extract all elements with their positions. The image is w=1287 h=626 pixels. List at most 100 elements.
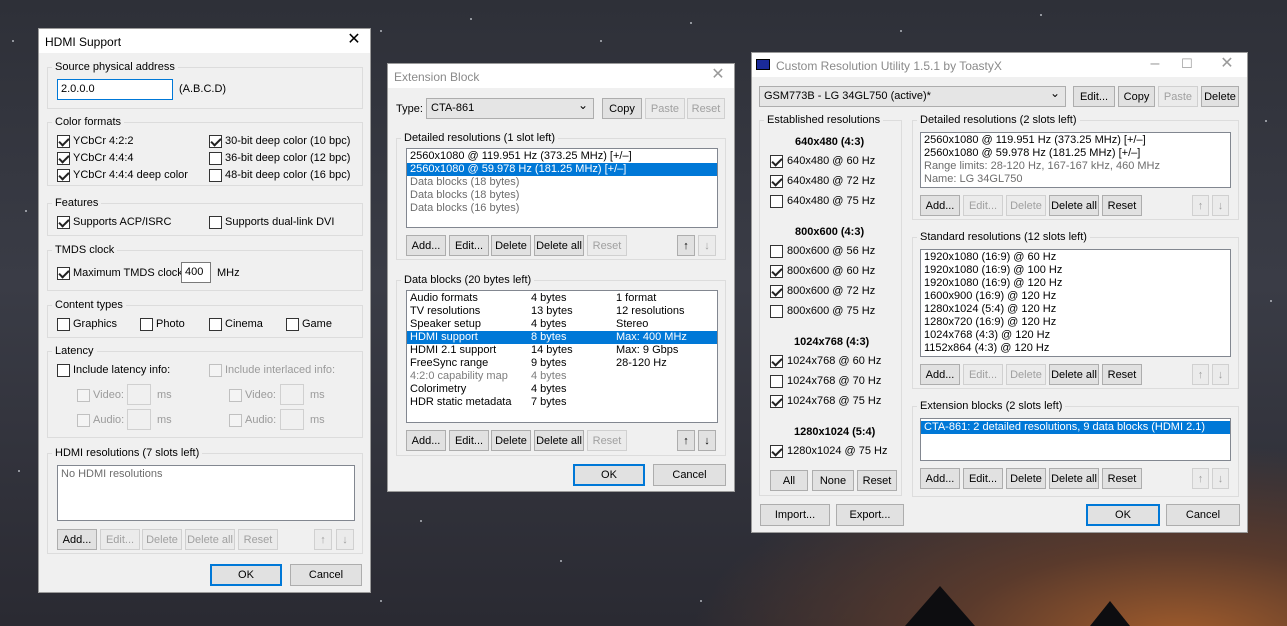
- reset-button[interactable]: Reset: [1102, 468, 1142, 489]
- include-latency-checkbox[interactable]: [57, 364, 70, 377]
- import-button[interactable]: Import...: [760, 504, 830, 526]
- list-item[interactable]: 2560x1080 @ 59.978 Hz (181.25 MHz) [+/–]: [407, 163, 717, 176]
- res-checkbox[interactable]: [770, 175, 783, 188]
- res-checkbox[interactable]: [770, 305, 783, 318]
- list-item[interactable]: FreeSync range 9 bytes 28-120 Hz: [407, 357, 717, 370]
- interlaced-video-checkbox[interactable]: [229, 389, 242, 402]
- move-down-button[interactable]: ↓: [698, 430, 716, 451]
- reset-established-button[interactable]: Reset: [857, 470, 897, 491]
- data-blocks-list[interactable]: Audio formats 4 bytes 1 format TV resolutio…: [406, 290, 718, 423]
- edit-button[interactable]: Edit...: [963, 468, 1003, 489]
- video-latency-input[interactable]: [127, 384, 151, 405]
- export-button[interactable]: Export...: [836, 504, 904, 526]
- res-checkbox[interactable]: [770, 355, 783, 368]
- cancel-button[interactable]: Cancel: [1166, 504, 1240, 526]
- close-icon[interactable]: ✕: [710, 67, 726, 83]
- photo-checkbox[interactable]: [140, 318, 153, 331]
- reset-button[interactable]: Reset: [1102, 195, 1142, 216]
- res-checkbox[interactable]: [770, 195, 783, 208]
- minimize-icon[interactable]: –: [1147, 56, 1163, 72]
- move-up-button[interactable]: ↑: [1192, 195, 1209, 216]
- delete-all-button[interactable]: Delete all: [1049, 364, 1099, 385]
- add-button[interactable]: Add...: [406, 235, 446, 256]
- res-checkbox[interactable]: [770, 155, 783, 168]
- reset-button[interactable]: Reset: [587, 430, 627, 451]
- delete-button[interactable]: Delete: [1006, 195, 1046, 216]
- cru-detailed-list[interactable]: 2560x1080 @ 119.951 Hz (373.25 MHz) [+/–…: [920, 132, 1231, 188]
- type-dropdown[interactable]: CTA-861: [426, 96, 594, 119]
- add-button[interactable]: Add...: [406, 430, 446, 451]
- game-checkbox[interactable]: [286, 318, 299, 331]
- list-item[interactable]: 1600x900 (16:9) @ 120 Hz: [921, 290, 1230, 303]
- list-item[interactable]: Data blocks (18 bytes): [407, 189, 717, 202]
- add-button[interactable]: Add...: [57, 529, 97, 550]
- select-all-button[interactable]: All: [770, 470, 808, 491]
- select-none-button[interactable]: None: [812, 470, 854, 491]
- deep30-checkbox[interactable]: [209, 135, 222, 148]
- move-up-button[interactable]: ↑: [677, 235, 695, 256]
- move-up-button[interactable]: ↑: [677, 430, 695, 451]
- move-down-button[interactable]: ↓: [698, 235, 716, 256]
- ycbcr444-checkbox[interactable]: [57, 152, 70, 165]
- move-down-button[interactable]: ↓: [1212, 468, 1229, 489]
- address-input[interactable]: 2.0.0.0: [57, 79, 173, 100]
- move-up-button[interactable]: ↑: [314, 529, 332, 550]
- delete-button[interactable]: Delete: [1006, 468, 1046, 489]
- graphics-checkbox[interactable]: [57, 318, 70, 331]
- move-down-button[interactable]: ↓: [336, 529, 354, 550]
- list-item[interactable]: HDMI support 8 bytes Max: 400 MHz: [407, 331, 717, 344]
- cinema-checkbox[interactable]: [209, 318, 222, 331]
- delete-all-button[interactable]: Delete all: [534, 430, 584, 451]
- delete-button[interactable]: Delete: [491, 430, 531, 451]
- ycbcr444-deep-checkbox[interactable]: [57, 169, 70, 182]
- list-item[interactable]: 1280x720 (16:9) @ 120 Hz: [921, 316, 1230, 329]
- list-item[interactable]: Range limits: 28-120 Hz, 167-167 kHz, 46…: [921, 160, 1230, 173]
- move-up-button[interactable]: ↑: [1192, 364, 1209, 385]
- reset-button[interactable]: Reset: [238, 529, 278, 550]
- reset-button[interactable]: Reset: [587, 235, 627, 256]
- edit-button[interactable]: Edit...: [449, 235, 489, 256]
- copy-button[interactable]: Copy: [602, 98, 642, 119]
- ok-button[interactable]: OK: [210, 564, 282, 586]
- edit-button[interactable]: Edit...: [449, 430, 489, 451]
- res-checkbox[interactable]: [770, 265, 783, 278]
- hdmi-resolutions-list[interactable]: No HDMI resolutions: [57, 465, 355, 521]
- paste-button[interactable]: Paste: [645, 98, 685, 119]
- ok-button[interactable]: OK: [573, 464, 645, 486]
- list-item[interactable]: 1024x768 (4:3) @ 120 Hz: [921, 329, 1230, 342]
- list-item[interactable]: HDR static metadata 7 bytes: [407, 396, 717, 409]
- monitor-dropdown[interactable]: GSM773B - LG 34GL750 (active)*: [759, 84, 1066, 107]
- deep36-checkbox[interactable]: [209, 152, 222, 165]
- edit-button[interactable]: Edit...: [100, 529, 140, 550]
- tmds-input[interactable]: 400: [181, 262, 211, 283]
- list-item[interactable]: 1920x1080 (16:9) @ 120 Hz: [921, 277, 1230, 290]
- list-item[interactable]: Speaker setup 4 bytes Stereo: [407, 318, 717, 331]
- copy-button[interactable]: Copy: [1118, 86, 1155, 107]
- list-item[interactable]: Audio formats 4 bytes 1 format: [407, 292, 717, 305]
- edit-monitor-button[interactable]: Edit...: [1073, 86, 1115, 107]
- list-item[interactable]: CTA-861: 2 detailed resolutions, 9 data …: [921, 421, 1230, 434]
- interlaced-audio-checkbox[interactable]: [229, 414, 242, 427]
- ycbcr422-checkbox[interactable]: [57, 135, 70, 148]
- delete-all-button[interactable]: Delete all: [1049, 195, 1099, 216]
- res-checkbox[interactable]: [770, 445, 783, 458]
- include-interlaced-checkbox[interactable]: [209, 364, 222, 377]
- dual-dvi-checkbox[interactable]: [209, 216, 222, 229]
- extension-blocks-list[interactable]: CTA-861: 2 detailed resolutions, 9 data …: [920, 418, 1231, 461]
- list-item[interactable]: 1152x864 (4:3) @ 120 Hz: [921, 342, 1230, 355]
- list-item[interactable]: 2560x1080 @ 119.951 Hz (373.25 MHz) [+/–…: [407, 150, 717, 163]
- list-item[interactable]: HDMI 2.1 support 14 bytes Max: 9 Gbps: [407, 344, 717, 357]
- interlaced-audio-input[interactable]: [280, 409, 304, 430]
- deep48-checkbox[interactable]: [209, 169, 222, 182]
- list-item[interactable]: Colorimetry 4 bytes: [407, 383, 717, 396]
- delete-button[interactable]: Delete: [1006, 364, 1046, 385]
- add-button[interactable]: Add...: [920, 195, 960, 216]
- reset-type-button[interactable]: Reset: [687, 98, 725, 119]
- list-item[interactable]: 1920x1080 (16:9) @ 100 Hz: [921, 264, 1230, 277]
- list-item[interactable]: Data blocks (18 bytes): [407, 176, 717, 189]
- list-item[interactable]: Data blocks (16 bytes): [407, 202, 717, 215]
- paste-button[interactable]: Paste: [1158, 86, 1198, 107]
- add-button[interactable]: Add...: [920, 364, 960, 385]
- audio-latency-input[interactable]: [127, 409, 151, 430]
- detailed-resolutions-list[interactable]: 2560x1080 @ 119.951 Hz (373.25 MHz) [+/–…: [406, 148, 718, 228]
